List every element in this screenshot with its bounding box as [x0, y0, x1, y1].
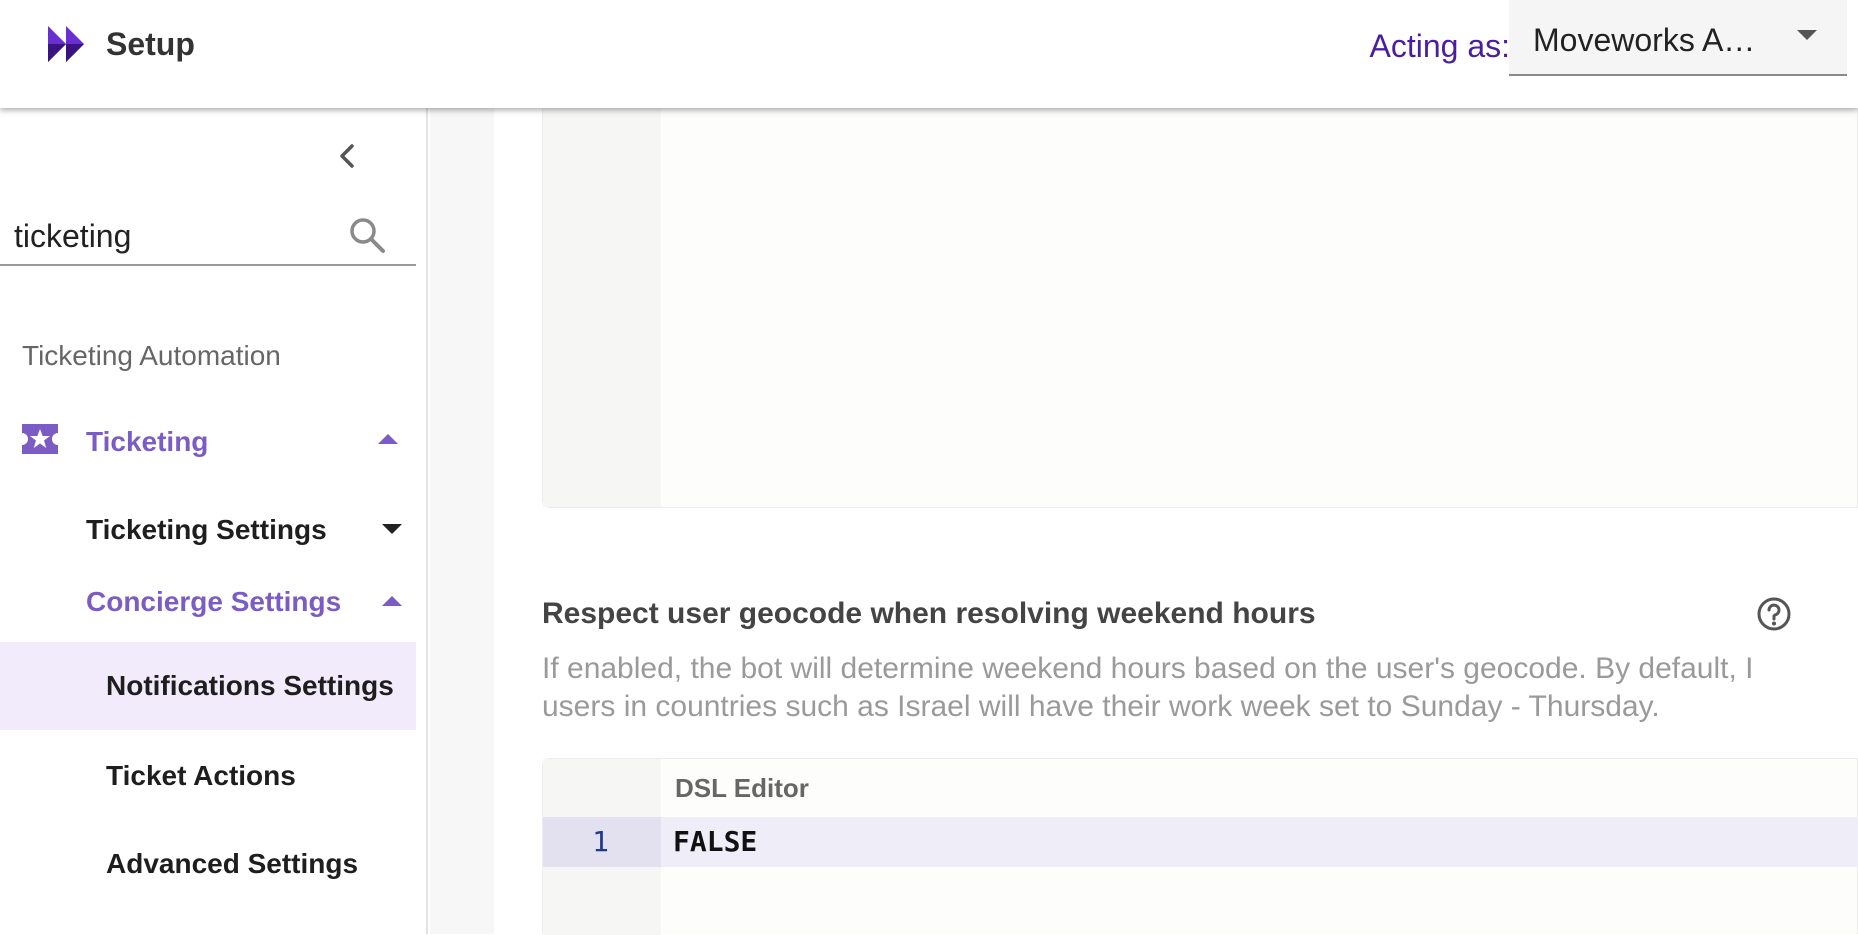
sidebar-item-concierge-settings[interactable]: Concierge Settings — [0, 576, 416, 630]
dropdown-caret-icon — [1797, 30, 1817, 40]
ticket-star-icon — [22, 424, 58, 454]
sidebar-item-label: Advanced Settings — [106, 848, 359, 879]
sidebar-search[interactable]: ticketing — [0, 208, 416, 266]
sidebar-item-label: Ticketing Settings — [86, 514, 327, 545]
moveworks-logo-icon — [48, 26, 84, 62]
sidebar-item-label: Notifications Settings — [106, 670, 394, 701]
setting-description: If enabled, the bot will determine weeke… — [542, 650, 1858, 726]
line-number: 1 — [543, 817, 661, 867]
sidebar-item-ticketing-settings[interactable]: Ticketing Settings — [0, 504, 416, 558]
editor-line-gutter — [543, 108, 661, 507]
content-gutter — [430, 108, 494, 934]
top-header: Setup Acting as: Moveworks A… — [0, 0, 1858, 108]
acting-as-label: Acting as: — [1369, 28, 1510, 64]
sidebar-item-ticketing[interactable]: Ticketing — [0, 414, 416, 474]
code-line[interactable]: 1 FALSE — [543, 817, 1858, 867]
main-content: Respect user geocode when resolving week… — [430, 108, 1858, 935]
sidebar-item-ticket-actions[interactable]: Ticket Actions — [0, 750, 416, 804]
sidebar-item-advanced-settings[interactable]: Advanced Settings — [0, 838, 416, 892]
sidebar: ticketing Ticketing Automation Ticketing… — [0, 108, 428, 934]
acting-as-dropdown[interactable]: Moveworks A… — [1509, 0, 1847, 76]
section-heading-ticketing-automation: Ticketing Automation — [22, 340, 281, 371]
acting-as-value: Moveworks A… — [1533, 22, 1756, 58]
setting-title: Respect user geocode when resolving week… — [542, 597, 1316, 630]
setting-description-line: users in countries such as Israel will h… — [542, 690, 1660, 723]
caret-up-icon — [382, 596, 402, 606]
setting-description-line: If enabled, the bot will determine weeke… — [542, 652, 1754, 685]
collapse-sidebar-chevron-icon[interactable] — [330, 136, 366, 176]
search-icon[interactable] — [346, 214, 388, 256]
caret-up-icon — [378, 434, 398, 444]
sidebar-item-label: Concierge Settings — [86, 586, 342, 617]
search-input[interactable]: ticketing — [14, 216, 131, 256]
dsl-editor[interactable]: DSL Editor 1 FALSE — [542, 758, 1858, 935]
caret-down-icon — [382, 524, 402, 534]
dsl-editor-label: DSL Editor — [675, 773, 809, 803]
code-text[interactable]: FALSE — [673, 817, 757, 867]
sidebar-item-label: Ticket Actions — [106, 760, 296, 791]
sidebar-item-notifications-settings[interactable]: Notifications Settings — [0, 642, 416, 730]
app-title: Setup — [106, 26, 195, 62]
sidebar-item-label: Ticketing — [86, 426, 209, 457]
help-icon[interactable] — [1756, 596, 1792, 632]
dsl-editor-previous[interactable] — [542, 108, 1858, 508]
